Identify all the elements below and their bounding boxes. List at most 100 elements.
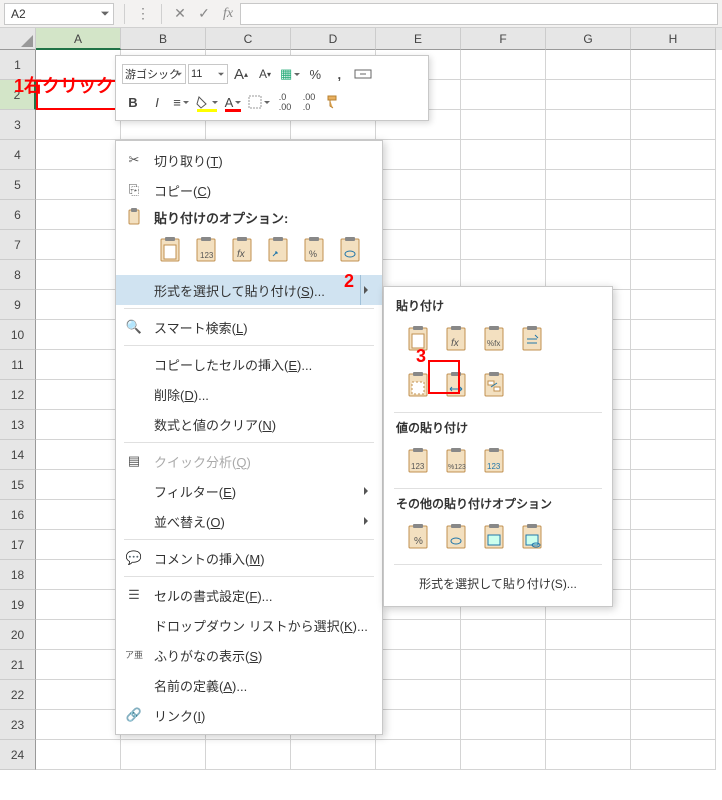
fly-paste-formulas[interactable]: fx bbox=[440, 322, 472, 356]
cell[interactable] bbox=[631, 590, 716, 620]
cell[interactable] bbox=[461, 200, 546, 230]
row-header[interactable]: 22 bbox=[0, 680, 36, 710]
align-icon[interactable]: ≡ bbox=[170, 91, 192, 113]
decrease-font-icon[interactable]: A▾ bbox=[254, 63, 276, 85]
cell[interactable] bbox=[36, 740, 121, 770]
cell[interactable] bbox=[631, 470, 716, 500]
ctx-delete[interactable]: 削除(D)... bbox=[116, 379, 382, 409]
cell[interactable] bbox=[36, 530, 121, 560]
cell[interactable] bbox=[461, 170, 546, 200]
col-header-G[interactable]: G bbox=[546, 28, 631, 50]
col-header-A[interactable]: A bbox=[36, 28, 121, 50]
increase-font-icon[interactable]: A▴ bbox=[230, 63, 252, 85]
font-size-dropdown[interactable]: 11 bbox=[188, 64, 228, 84]
fly-other-link[interactable] bbox=[440, 520, 472, 554]
cell[interactable] bbox=[461, 80, 546, 110]
row-header[interactable]: 21 bbox=[0, 650, 36, 680]
cell[interactable] bbox=[376, 200, 461, 230]
row-header[interactable]: 14 bbox=[0, 440, 36, 470]
bold-icon[interactable]: B bbox=[122, 91, 144, 113]
cell[interactable] bbox=[546, 740, 631, 770]
cell[interactable] bbox=[631, 530, 716, 560]
cell[interactable] bbox=[631, 200, 716, 230]
cell[interactable] bbox=[36, 590, 121, 620]
fly-values-number[interactable]: %123 bbox=[440, 444, 472, 478]
ctx-insert-copied[interactable]: コピーしたセルの挿入(E)... bbox=[116, 349, 382, 379]
cell[interactable] bbox=[631, 230, 716, 260]
cell[interactable] bbox=[36, 200, 121, 230]
row-header[interactable]: 6 bbox=[0, 200, 36, 230]
fly-paste-all[interactable] bbox=[402, 322, 434, 356]
fly-other-formatting[interactable]: % bbox=[402, 520, 434, 554]
cell[interactable] bbox=[376, 710, 461, 740]
cell[interactable] bbox=[376, 620, 461, 650]
col-header-E[interactable]: E bbox=[376, 28, 461, 50]
row-header[interactable]: 8 bbox=[0, 260, 36, 290]
ctx-link[interactable]: 🔗 リンク(I) bbox=[116, 700, 382, 730]
cell[interactable] bbox=[36, 440, 121, 470]
ctx-filter[interactable]: フィルター(E) bbox=[116, 476, 382, 506]
cell[interactable] bbox=[631, 110, 716, 140]
cell[interactable] bbox=[206, 740, 291, 770]
fly-paste-no-borders[interactable] bbox=[402, 368, 434, 402]
cell[interactable] bbox=[36, 170, 121, 200]
row-header[interactable]: 23 bbox=[0, 710, 36, 740]
cell[interactable] bbox=[631, 740, 716, 770]
cell[interactable] bbox=[546, 650, 631, 680]
comma-icon[interactable]: , bbox=[328, 63, 350, 85]
cell[interactable] bbox=[36, 50, 121, 80]
cell[interactable] bbox=[631, 80, 716, 110]
cell[interactable] bbox=[461, 140, 546, 170]
increase-decimal-icon[interactable]: .0.00 bbox=[274, 91, 296, 113]
font-family-dropdown[interactable]: 游ゴシック bbox=[122, 64, 186, 84]
cell[interactable] bbox=[291, 740, 376, 770]
cell[interactable] bbox=[546, 80, 631, 110]
cancel-icon[interactable]: ✕ bbox=[168, 3, 192, 25]
row-header[interactable]: 4 bbox=[0, 140, 36, 170]
fly-paste-formulas-number[interactable]: %fx bbox=[478, 322, 510, 356]
format-painter-icon[interactable] bbox=[322, 91, 344, 113]
row-header[interactable]: 7 bbox=[0, 230, 36, 260]
fly-values-source[interactable]: 123 bbox=[478, 444, 510, 478]
cell[interactable] bbox=[36, 410, 121, 440]
row-header[interactable]: 15 bbox=[0, 470, 36, 500]
cell[interactable] bbox=[36, 650, 121, 680]
fly-paste-special-dialog[interactable]: 形式を選択して貼り付け(S)... bbox=[384, 567, 612, 600]
fill-color-icon[interactable] bbox=[194, 91, 220, 113]
row-header[interactable]: 19 bbox=[0, 590, 36, 620]
ctx-pick-from-list[interactable]: ドロップダウン リストから選択(K)... bbox=[116, 610, 382, 640]
cell[interactable] bbox=[36, 380, 121, 410]
ctx-furigana[interactable]: ア亜 ふりがなの表示(S) bbox=[116, 640, 382, 670]
ctx-format-cells[interactable]: ☰ セルの書式設定(F)... bbox=[116, 580, 382, 610]
cell[interactable] bbox=[461, 710, 546, 740]
cell[interactable] bbox=[631, 320, 716, 350]
cell[interactable] bbox=[36, 620, 121, 650]
paste-transpose-icon[interactable] bbox=[262, 233, 294, 267]
name-box[interactable]: A2 bbox=[4, 3, 114, 25]
paste-all-icon[interactable] bbox=[154, 233, 186, 267]
cell[interactable] bbox=[631, 620, 716, 650]
cell[interactable] bbox=[631, 350, 716, 380]
formula-input[interactable] bbox=[240, 3, 718, 25]
cell[interactable] bbox=[631, 290, 716, 320]
cell[interactable] bbox=[376, 740, 461, 770]
row-header[interactable]: 17 bbox=[0, 530, 36, 560]
col-header-D[interactable]: D bbox=[291, 28, 376, 50]
row-header[interactable]: 10 bbox=[0, 320, 36, 350]
paste-formatting-icon[interactable]: % bbox=[298, 233, 330, 267]
cell[interactable] bbox=[631, 560, 716, 590]
cell[interactable] bbox=[36, 680, 121, 710]
cell[interactable] bbox=[36, 140, 121, 170]
decrease-decimal-icon[interactable]: .00.0 bbox=[298, 91, 320, 113]
paste-formulas-icon[interactable]: fx bbox=[226, 233, 258, 267]
cell[interactable] bbox=[461, 740, 546, 770]
cell[interactable] bbox=[36, 110, 121, 140]
font-color-icon[interactable]: A bbox=[222, 91, 244, 113]
cell[interactable] bbox=[461, 620, 546, 650]
cell[interactable] bbox=[376, 230, 461, 260]
fly-paste-keep-width[interactable] bbox=[440, 368, 472, 402]
fly-paste-transpose[interactable] bbox=[478, 368, 510, 402]
cell[interactable] bbox=[546, 50, 631, 80]
row-header[interactable]: 1 bbox=[0, 50, 36, 80]
enter-icon[interactable]: ✓ bbox=[192, 3, 216, 25]
